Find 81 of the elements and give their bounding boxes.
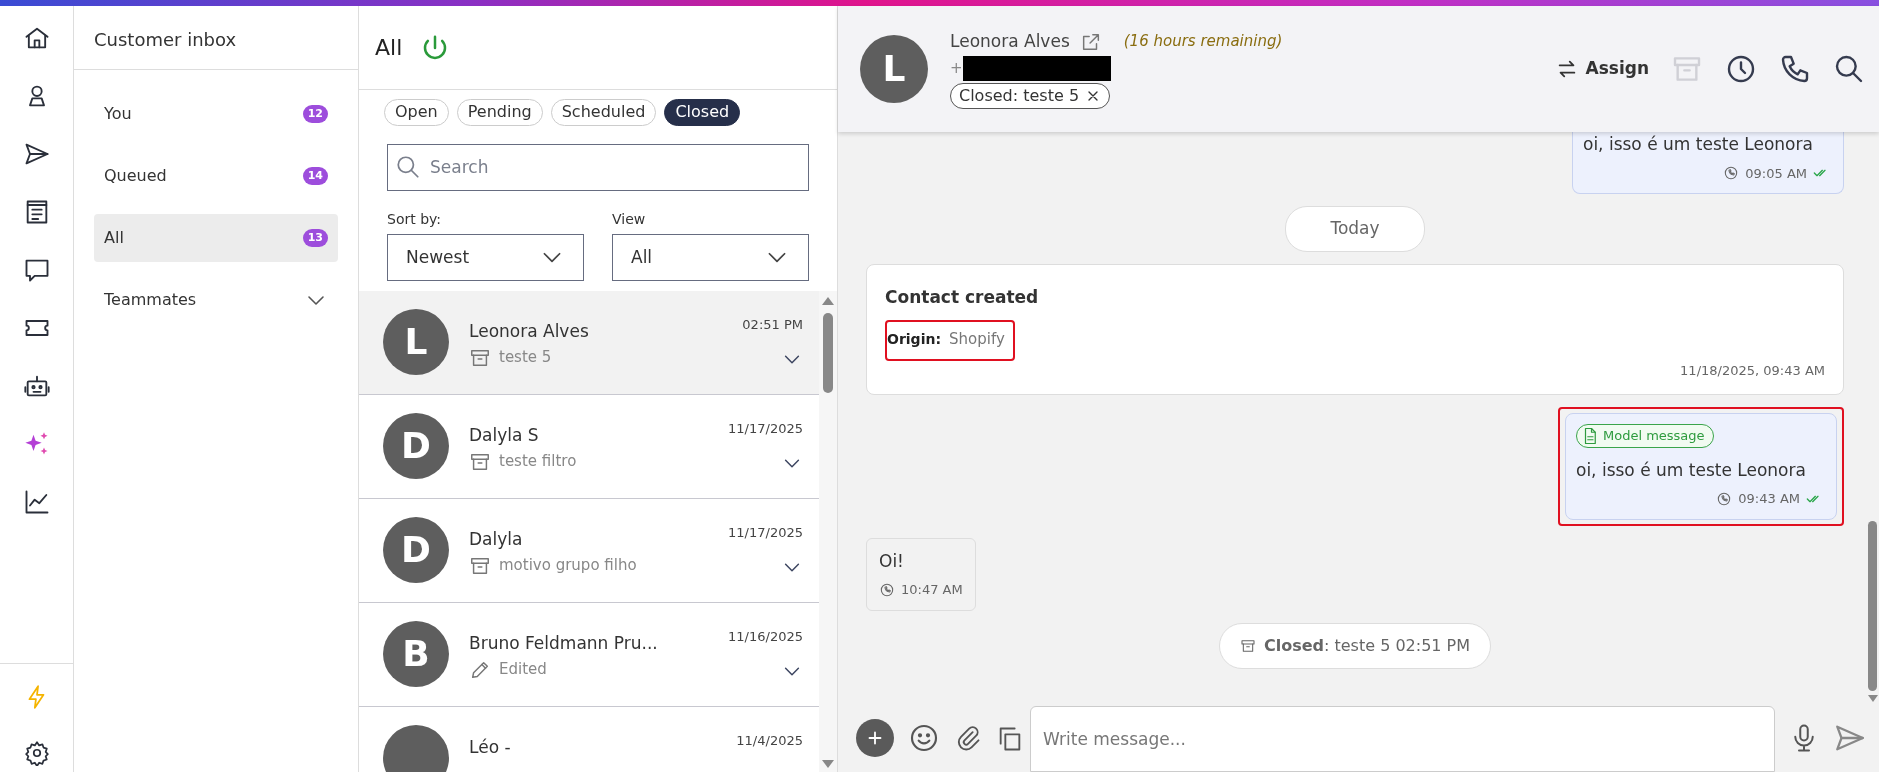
message-field[interactable]: Write message... xyxy=(1030,706,1775,772)
archive-icon xyxy=(1239,637,1256,654)
timestamp: 02:51 PM xyxy=(742,315,803,334)
message-preview: teste 5 xyxy=(499,347,552,369)
timestamp: 11/4/2025 xyxy=(736,731,803,750)
status-text: Closed: teste 5 02:51 PM xyxy=(1263,634,1471,657)
avatar xyxy=(383,724,449,772)
message-preview: motivo grupo filho xyxy=(499,555,637,577)
scrollbar-thumb[interactable] xyxy=(823,312,833,393)
phone-icon[interactable] xyxy=(1779,53,1811,85)
conversation-row[interactable]: D Dalyla S teste filtro 11/17/2025 xyxy=(359,394,819,499)
item-label: You xyxy=(104,103,132,125)
scrollbar[interactable] xyxy=(819,290,837,772)
filter-chip[interactable]: Scheduled xyxy=(550,99,657,126)
contact-name: Bruno Feldmann Pru... xyxy=(469,631,659,655)
search-field[interactable]: Search xyxy=(387,143,809,191)
sort-select[interactable]: Newest xyxy=(387,233,584,281)
filter-chip[interactable]: Closed xyxy=(664,99,741,126)
scroll-down-arrow[interactable] xyxy=(1867,695,1878,702)
list-title: All xyxy=(375,34,403,62)
avatar: L xyxy=(860,35,928,103)
filter-chip[interactable]: Pending xyxy=(456,99,543,126)
count-badge: 14 xyxy=(302,167,328,185)
conversation-row[interactable]: D Dalyla motivo grupo filho 11/17/2025 xyxy=(359,498,819,603)
search-icon[interactable] xyxy=(1833,53,1865,85)
contact-name: Leonora Alves xyxy=(469,319,590,343)
avatar: L xyxy=(383,308,449,375)
message-preview: Edited xyxy=(499,659,547,681)
avatar: B xyxy=(383,620,449,687)
contact-name: Leonora Alves xyxy=(950,29,1070,53)
item-label: Queued xyxy=(104,165,167,187)
message-text: oi, isso é um teste Leonora xyxy=(1583,133,1814,156)
view-select[interactable]: All xyxy=(612,233,809,281)
time-remaining: (16 hours remaining) xyxy=(1123,31,1283,53)
sidebar-item[interactable]: Teammates xyxy=(94,276,338,324)
message-time: 09:43 AM xyxy=(1738,490,1800,508)
item-label: Teammates xyxy=(104,289,197,311)
timestamp: 11/17/2025 xyxy=(728,419,803,438)
sidebar-item[interactable]: You 12 xyxy=(94,90,338,138)
search-icon xyxy=(395,153,421,180)
whatsapp-icon xyxy=(1716,490,1733,507)
conversation-row[interactable]: L Leonora Alves teste 5 02:51 PM xyxy=(359,290,819,395)
message-text: Oi! xyxy=(879,550,904,571)
contact-name: Dalyla S xyxy=(469,423,540,447)
avatar: D xyxy=(383,412,449,479)
filter-chip[interactable]: Open xyxy=(384,99,449,126)
event-time: 11/18/2025, 09:43 AM xyxy=(1680,361,1825,380)
count-badge: 13 xyxy=(302,229,328,247)
avatar: D xyxy=(383,516,449,583)
view-label: View xyxy=(612,209,647,229)
settings-icon[interactable] xyxy=(23,740,50,766)
template-tag: Model message xyxy=(1576,424,1714,448)
sidebar-item[interactable]: All 13 xyxy=(94,214,338,262)
status-tag: Closed: teste 5 xyxy=(950,83,1111,110)
field-value: Shopify xyxy=(949,329,1005,350)
whatsapp-icon xyxy=(879,581,895,598)
message-time: 09:05 AM xyxy=(1745,164,1807,183)
add-button[interactable] xyxy=(856,719,894,757)
sidebar-item[interactable]: Queued 14 xyxy=(94,152,338,200)
count-badge: 12 xyxy=(302,105,328,123)
contact-name: Dalyla xyxy=(469,527,524,551)
sidebar-title: Customer inbox xyxy=(94,29,237,50)
whatsapp-icon xyxy=(1723,165,1740,182)
phone-number: + xyxy=(950,61,963,77)
assign-button[interactable]: Assign xyxy=(1555,56,1649,82)
message-preview: teste filtro xyxy=(499,451,577,473)
scrollbar-thumb[interactable] xyxy=(1868,521,1877,691)
field-label: Origin: xyxy=(887,329,941,349)
timestamp: 11/16/2025 xyxy=(728,627,803,646)
clock-icon[interactable] xyxy=(1725,53,1757,85)
contact-name: Léo - xyxy=(469,735,512,759)
item-label: All xyxy=(104,227,124,249)
event-title: Contact created xyxy=(885,285,1040,309)
sort-label: Sort by: xyxy=(387,209,443,229)
conversation-row[interactable]: B Bruno Feldmann Pru... Edited 11/16/2025 xyxy=(359,602,819,707)
emoji-icon[interactable] xyxy=(908,722,940,754)
timestamp: 11/17/2025 xyxy=(728,523,803,542)
conversation-row[interactable]: Léo - 11/4/2025 xyxy=(359,706,819,772)
date-separator: Today xyxy=(1285,206,1425,252)
message-text: oi, isso é um teste Leonora xyxy=(1576,458,1807,482)
message-time: 10:47 AM xyxy=(901,581,963,599)
